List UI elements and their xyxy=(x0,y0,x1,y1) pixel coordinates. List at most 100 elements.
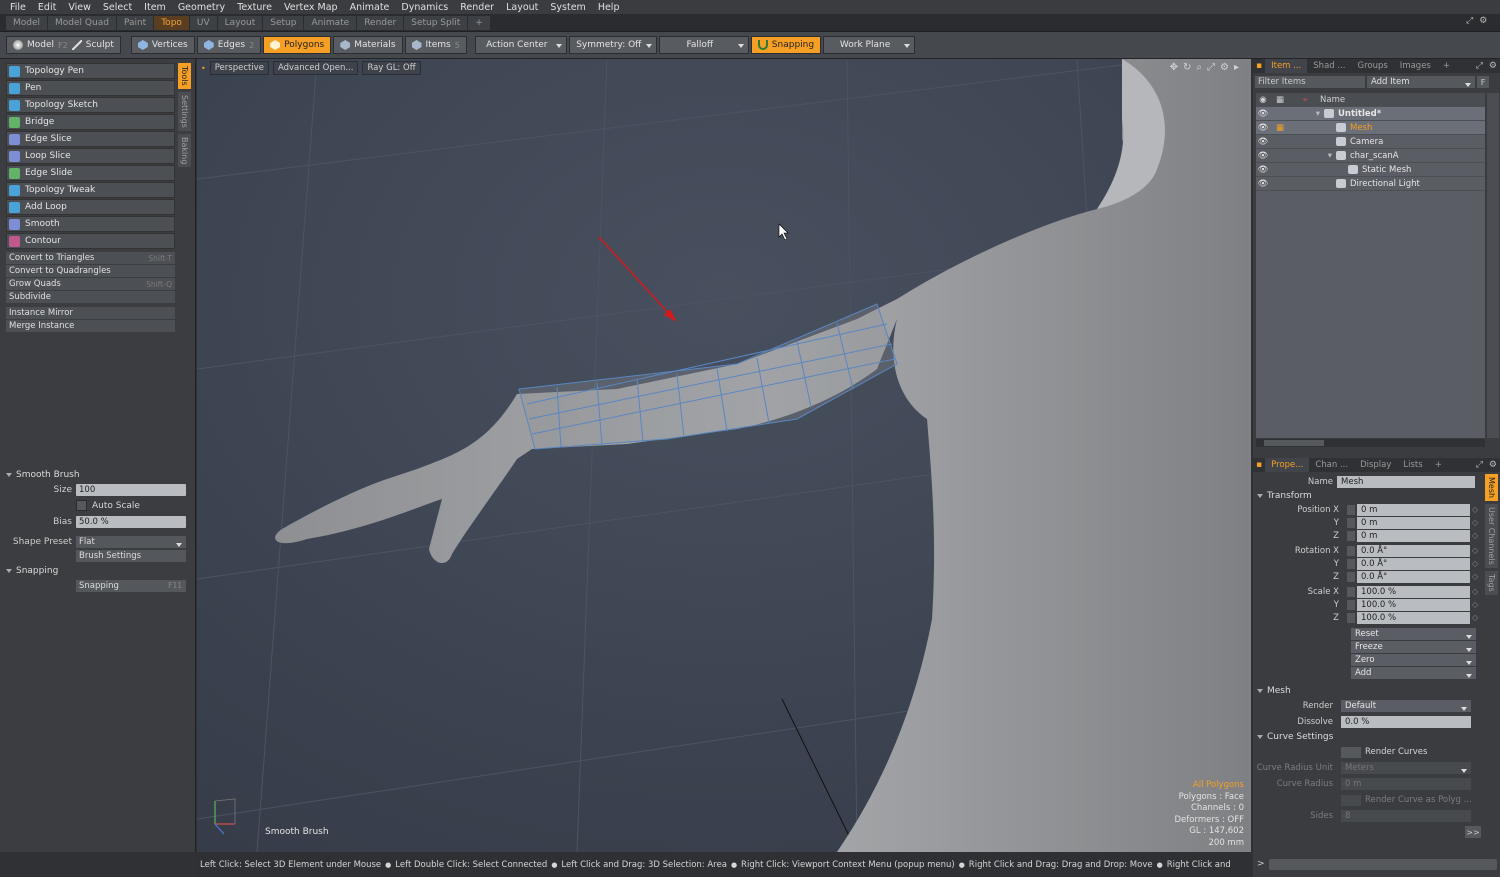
falloff-dropdown[interactable]: Falloff xyxy=(658,36,749,54)
viewport-gear-icon[interactable]: ⚙ xyxy=(1220,62,1229,73)
dissolve-field[interactable]: 0.0 % xyxy=(1341,716,1471,728)
channel-key-icon[interactable] xyxy=(1347,530,1355,541)
rotation-z-field[interactable]: 0.0 Å° xyxy=(1357,570,1470,583)
layout-tab-render[interactable]: Render xyxy=(357,15,404,30)
animate-icon[interactable]: ◇ xyxy=(1472,587,1478,596)
command-convert-to-triangles[interactable]: Convert to Triangles Shift-T xyxy=(6,252,175,264)
menu-vertex-map[interactable]: Vertex Map xyxy=(278,2,344,13)
eye-icon[interactable]: 👁 xyxy=(1256,165,1270,175)
channel-key-icon[interactable] xyxy=(1347,504,1355,515)
render-dropdown[interactable]: Default xyxy=(1341,700,1471,712)
side-tab-baking[interactable]: Baking xyxy=(178,133,191,167)
position-z-field[interactable]: 0 m xyxy=(1357,529,1470,542)
props-tab-prope[interactable]: Prope... xyxy=(1265,458,1310,472)
item-row-static-mesh[interactable]: 👁 Static Mesh xyxy=(1256,163,1485,177)
auto-scale-checkbox[interactable] xyxy=(76,500,87,511)
filter-items-input[interactable]: Filter Items xyxy=(1255,76,1365,88)
freeze-dropdown[interactable]: Freeze xyxy=(1351,641,1476,653)
tree-expander-icon[interactable]: ▾ xyxy=(1290,151,1332,161)
gear-icon[interactable]: ⚙ xyxy=(1479,16,1487,26)
animate-icon[interactable]: ◇ xyxy=(1472,572,1478,581)
animate-icon[interactable]: ◇ xyxy=(1472,613,1478,622)
item-lock-toggle[interactable]: ▦ xyxy=(1270,123,1290,133)
panel-expand-icon[interactable]: ⤢ xyxy=(1473,460,1486,470)
items-tab-plus[interactable]: + xyxy=(1437,59,1456,73)
tree-expander-icon[interactable]: ▾ xyxy=(1290,109,1320,119)
zoom-view-icon[interactable]: ⌕ xyxy=(1196,62,1202,73)
item-row-untitled[interactable]: 👁 ▾ Untitled* xyxy=(1256,107,1485,121)
panel-expand-icon[interactable]: ⤢ xyxy=(1473,61,1486,71)
name-field[interactable]: Mesh xyxy=(1337,476,1475,488)
position-y-field[interactable]: 0 m xyxy=(1357,516,1470,529)
reset-dropdown[interactable]: Reset xyxy=(1351,628,1476,640)
filter-f-button[interactable]: F xyxy=(1477,76,1489,88)
props-side-tab-mesh[interactable]: Mesh xyxy=(1485,474,1498,502)
tool-topology-pen[interactable]: Topology Pen xyxy=(6,63,175,79)
eye-icon[interactable]: 👁 xyxy=(1256,109,1270,119)
edges-button[interactable]: Edges 2 xyxy=(196,36,262,54)
side-tab-settings[interactable]: Settings xyxy=(178,91,191,131)
menu-system[interactable]: System xyxy=(544,2,591,13)
scale-y-field[interactable]: 100.0 % xyxy=(1357,598,1470,611)
layout-tab-topo[interactable]: Topo xyxy=(154,15,189,30)
brush-settings-button[interactable]: Brush Settings xyxy=(76,549,186,562)
symmetry-dropdown[interactable]: Symmetry: Off xyxy=(568,36,657,54)
layout-tab-layout[interactable]: Layout xyxy=(217,15,263,30)
items-tab-item[interactable]: Item ... xyxy=(1265,59,1308,73)
items-scrollbar[interactable] xyxy=(1256,439,1485,447)
tool-add-loop[interactable]: Add Loop xyxy=(6,199,175,215)
items-vertical-scrollbar[interactable] xyxy=(1487,93,1499,438)
more-options-button[interactable]: >> xyxy=(1465,826,1481,838)
items-button[interactable]: Items 5 xyxy=(404,36,467,54)
side-tab-tools[interactable]: Tools xyxy=(178,63,191,89)
command-grow-quads[interactable]: Grow Quads Shift-Q xyxy=(6,278,175,290)
3d-viewport[interactable]: • Perspective Advanced Open... Ray GL: O… xyxy=(197,59,1251,852)
eye-icon[interactable]: 👁 xyxy=(1256,179,1270,189)
add-dropdown[interactable]: Add xyxy=(1351,667,1476,679)
snapping-section[interactable]: Snapping xyxy=(6,564,192,578)
eye-icon[interactable]: 👁 xyxy=(1256,137,1270,147)
item-row-camera[interactable]: 👁 Camera xyxy=(1256,135,1485,149)
layout-tab-paint[interactable]: Paint xyxy=(116,15,154,30)
panel-gear-icon[interactable]: ⚙ xyxy=(1486,61,1500,71)
add-item-dropdown[interactable]: Add Item xyxy=(1367,76,1475,88)
command-instance-mirror[interactable]: Instance Mirror xyxy=(6,307,175,319)
command-input[interactable] xyxy=(1269,859,1497,870)
menu-dynamics[interactable]: Dynamics xyxy=(395,2,454,13)
layout-tab-uv[interactable]: UV xyxy=(189,15,217,30)
channel-key-icon[interactable] xyxy=(1347,599,1355,610)
menu-help[interactable]: Help xyxy=(592,2,626,13)
ray-gl-button[interactable]: Ray GL: Off xyxy=(362,61,421,75)
item-row-directional-light[interactable]: 👁 Directional Light xyxy=(1256,177,1485,191)
shape-preset-dropdown[interactable]: Flat xyxy=(76,535,186,548)
animate-icon[interactable]: ◇ xyxy=(1472,600,1478,609)
zero-dropdown[interactable]: Zero xyxy=(1351,654,1476,666)
menu-item[interactable]: Item xyxy=(138,2,172,13)
layout-tab-setup[interactable]: Setup xyxy=(263,15,304,30)
scale-z-field[interactable]: 100.0 % xyxy=(1357,611,1470,624)
item-row-char-scana[interactable]: 👁 ▾ char_scanA xyxy=(1256,149,1485,163)
tool-contour[interactable]: Contour xyxy=(6,233,175,249)
smooth-brush-section[interactable]: Smooth Brush xyxy=(6,468,192,482)
rotation-y-field[interactable]: 0.0 Å° xyxy=(1357,557,1470,570)
items-tab-shad[interactable]: Shad ... xyxy=(1307,59,1351,73)
model-mode-button[interactable]: Model F2 Sculpt xyxy=(6,36,121,54)
panel-menu-icon[interactable]: ▪ xyxy=(1253,61,1265,71)
vertices-button[interactable]: Vertices xyxy=(130,36,195,54)
snapping-button[interactable]: Snapping xyxy=(750,36,822,54)
animate-icon[interactable]: ◇ xyxy=(1472,505,1478,514)
view-perspective-button[interactable]: Perspective xyxy=(209,61,269,75)
layout-tab-plus[interactable]: + xyxy=(468,15,490,30)
tool-topology-tweak[interactable]: Topology Tweak xyxy=(6,182,175,198)
mesh-section[interactable]: Mesh xyxy=(1253,684,1485,698)
shading-style-button[interactable]: Advanced Open... xyxy=(272,61,359,75)
menu-texture[interactable]: Texture xyxy=(231,2,278,13)
animate-icon[interactable]: ◇ xyxy=(1472,518,1478,527)
expand-icon[interactable]: ⤢ xyxy=(1466,16,1473,26)
layout-tab-setup-split[interactable]: Setup Split xyxy=(404,15,468,30)
size-field[interactable]: 100 xyxy=(76,483,186,496)
menu-view[interactable]: View xyxy=(62,2,97,13)
command-subdivide[interactable]: Subdivide xyxy=(6,291,175,303)
channel-key-icon[interactable] xyxy=(1347,558,1355,569)
animate-icon[interactable]: ◇ xyxy=(1472,531,1478,540)
